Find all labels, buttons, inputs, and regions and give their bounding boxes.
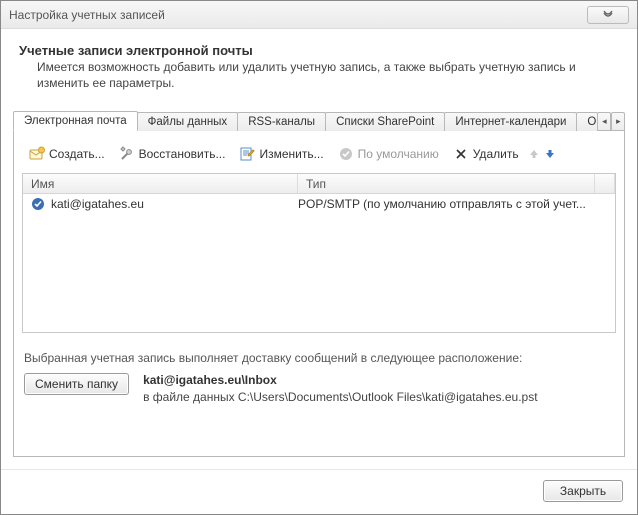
repair-button[interactable]: Восстановить... — [114, 143, 231, 165]
heading-description: Имеется возможность добавить или удалить… — [19, 60, 619, 91]
chevron-left-icon: ◂ — [602, 116, 607, 127]
heading-block: Учетные записи электронной почты Имеется… — [13, 39, 625, 109]
window-close-button[interactable] — [587, 6, 629, 24]
content-area: Учетные записи электронной почты Имеется… — [1, 29, 637, 469]
tab-label: Файлы данных — [148, 116, 228, 128]
window-title: Настройка учетных записей — [9, 8, 587, 22]
button-label: Удалить — [473, 147, 519, 161]
button-label: Создать... — [49, 147, 105, 161]
table-body: kati@igatahes.eu POP/SMTP (по умолчанию … — [23, 194, 615, 332]
tab-email[interactable]: Электронная почта — [13, 111, 138, 131]
close-icon — [602, 10, 614, 20]
close-button[interactable]: Закрыть — [543, 480, 623, 502]
column-header-type[interactable]: Тип — [298, 174, 595, 193]
tab-scroll-left[interactable]: ◂ — [597, 112, 611, 130]
tab-sharepoint[interactable]: Списки SharePoint — [325, 112, 445, 131]
table-header: Имя Тип — [23, 174, 615, 194]
tab-label: Списки SharePoint — [336, 116, 434, 128]
tab-internet-calendars[interactable]: Интернет-календари — [444, 112, 577, 131]
tools-icon — [119, 146, 135, 162]
tab-scroll-arrows: ◂ ▸ — [597, 110, 625, 130]
heading-title: Учетные записи электронной почты — [19, 43, 619, 58]
titlebar: Настройка учетных записей — [1, 1, 637, 29]
tab-published-calendars[interactable]: Опубликованные календари — [576, 112, 598, 131]
delivery-location: kati@igatahes.eu\Inbox — [143, 373, 538, 387]
tab-data-files[interactable]: Файлы данных — [137, 112, 239, 131]
move-up-button[interactable] — [528, 148, 540, 160]
edit-icon — [239, 146, 255, 162]
tab-scroll-right[interactable]: ▸ — [611, 112, 625, 130]
tab-rss[interactable]: RSS-каналы — [237, 112, 326, 131]
cell-type: POP/SMTP (по умолчанию отправлять с этой… — [298, 197, 609, 211]
check-circle-icon — [338, 146, 354, 162]
delivery-file-path: в файле данных C:\Users\Documents\Outloo… — [143, 390, 538, 404]
new-mail-icon — [29, 146, 45, 162]
delivery-intro: Выбранная учетная запись выполняет доста… — [22, 351, 616, 365]
default-account-icon — [31, 197, 45, 211]
dialog-footer: Закрыть — [1, 469, 637, 514]
column-header-name[interactable]: Имя — [23, 174, 298, 193]
table-row[interactable]: kati@igatahes.eu POP/SMTP (по умолчанию … — [23, 194, 615, 214]
create-button[interactable]: Создать... — [24, 143, 110, 165]
move-down-button[interactable] — [544, 148, 556, 160]
accounts-table: Имя Тип kati@igatahes — [22, 173, 616, 333]
set-default-button[interactable]: По умолчанию — [333, 143, 444, 165]
tab-strip: Электронная почта Файлы данных RSS-канал… — [13, 109, 625, 131]
tab-label: Электронная почта — [24, 115, 127, 127]
tab-label: RSS-каналы — [248, 116, 315, 128]
delete-button[interactable]: Удалить — [448, 143, 524, 165]
chevron-right-icon: ▸ — [616, 116, 621, 127]
cell-name: kati@igatahes.eu — [29, 197, 298, 211]
tab-panel-email: Создать... Восстановить... — [13, 131, 625, 457]
button-label: По умолчанию — [358, 147, 439, 161]
account-settings-dialog: Настройка учетных записей Учетные записи… — [0, 0, 638, 515]
x-icon — [453, 146, 469, 162]
account-name: kati@igatahes.eu — [51, 197, 144, 211]
change-folder-button[interactable]: Сменить папку — [24, 373, 129, 395]
button-label: Восстановить... — [139, 147, 226, 161]
tab-label: Интернет-календари — [455, 116, 566, 128]
delivery-info: kati@igatahes.eu\Inbox в файле данных C:… — [143, 373, 538, 404]
toolbar: Создать... Восстановить... — [22, 139, 616, 173]
arrow-down-icon — [545, 149, 555, 159]
arrow-up-icon — [529, 149, 539, 159]
button-label: Изменить... — [259, 147, 323, 161]
edit-button[interactable]: Изменить... — [234, 143, 328, 165]
delivery-row: Сменить папку kati@igatahes.eu\Inbox в ф… — [22, 373, 616, 404]
column-header-spacer — [595, 174, 615, 193]
